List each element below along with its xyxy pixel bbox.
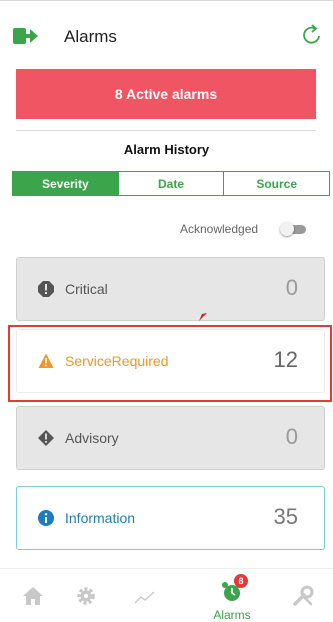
service-required-label: ServiceRequired [65,353,169,369]
trend-icon [134,591,155,604]
alarm-card-information[interactable]: Information 35 [16,486,325,550]
header: Alarms [0,10,333,62]
critical-icon [38,281,54,297]
advisory-label: Advisory [65,430,119,446]
tools-icon [293,585,314,606]
nav-tools[interactable] [286,580,326,620]
alarms-badge: 8 [234,574,248,588]
page-title: Alarms [64,27,117,46]
critical-label: Critical [65,281,108,297]
alarm-card-advisory[interactable]: Advisory 0 [16,406,325,470]
advisory-count: 0 [285,424,298,449]
acknowledged-toggle[interactable] [280,222,306,236]
advisory-icon [38,430,54,446]
tab-severity[interactable]: Severity [12,171,119,196]
active-alarms-banner[interactable]: 8 Active alarms [16,69,316,119]
toggle-thumb [280,222,294,236]
critical-count: 0 [285,275,298,300]
nav-alarms-label: Alarms [213,608,251,622]
divider [16,130,316,131]
tab-source[interactable]: Source [223,171,331,196]
history-tabs: Severity Date Source [12,171,331,196]
nav-trends[interactable] [126,580,166,620]
service-required-count: 12 [273,347,298,372]
nav-home[interactable] [14,580,54,620]
logout-icon[interactable] [12,26,38,46]
gear-icon [77,587,95,605]
tab-date[interactable]: Date [117,171,225,196]
alarm-history-title: Alarm History [123,142,210,157]
nav-settings[interactable] [68,580,108,620]
active-alarms-text: 8 Active alarms [114,86,218,102]
home-icon [23,587,43,605]
refresh-icon[interactable] [300,23,324,47]
alarm-card-critical[interactable]: Critical 0 [16,257,325,321]
top-divider [0,0,333,1]
information-count: 35 [273,504,298,529]
alarm-card-service-required[interactable]: ServiceRequired 12 [16,329,325,393]
nav-alarms[interactable]: 8 Alarms [204,574,260,622]
information-label: Information [65,510,136,526]
info-icon [38,510,54,526]
warning-icon [38,353,54,368]
acknowledged-label: Acknowledged [180,222,259,236]
nav-divider [0,568,333,569]
cursor-mark [199,313,207,321]
